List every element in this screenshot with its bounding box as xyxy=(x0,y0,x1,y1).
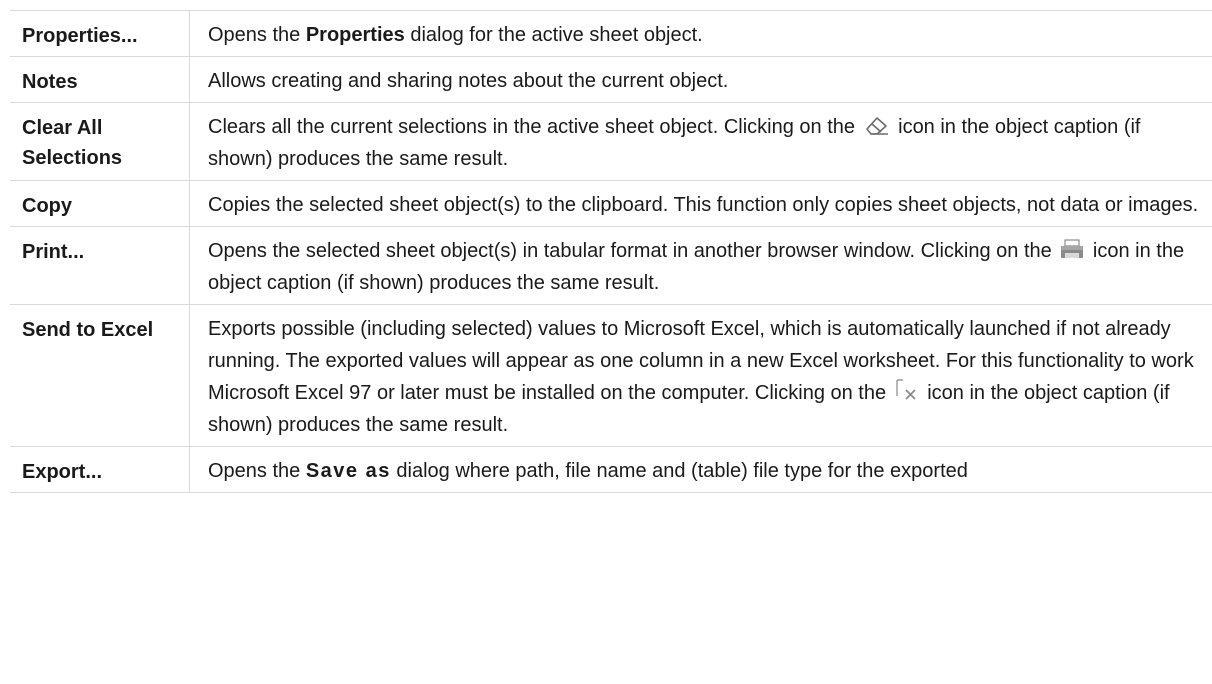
table-row: Properties... Opens the Properties dialo… xyxy=(10,10,1212,57)
table-row: Print... Opens the selected sheet object… xyxy=(10,226,1212,305)
eraser-icon xyxy=(864,115,890,135)
command-description: Copies the selected sheet object(s) to t… xyxy=(189,180,1212,227)
table-row: Export... Opens the Save as dialog where… xyxy=(10,446,1212,493)
excel-export-icon xyxy=(895,379,919,401)
command-name: Notes xyxy=(10,56,190,103)
command-name: Send to Excel xyxy=(10,304,190,447)
command-description: Exports possible (including selected) va… xyxy=(189,304,1212,447)
description-text: Clears all the current selections in the… xyxy=(208,116,861,138)
description-text: Opens the xyxy=(208,24,306,46)
command-name: Clear All Selections xyxy=(10,102,190,181)
dialog-name: Save as xyxy=(305,460,391,482)
command-table-container: Properties... Opens the Properties dialo… xyxy=(10,10,1212,493)
command-description: Allows creating and sharing notes about … xyxy=(189,56,1212,103)
command-name: Properties... xyxy=(10,10,190,57)
table-row: Send to Excel Exports possible (includin… xyxy=(10,304,1212,447)
command-name: Copy xyxy=(10,180,190,227)
command-name: Export... xyxy=(10,446,190,493)
description-text: dialog where path, file name and (table)… xyxy=(390,460,968,482)
command-description: Opens the Properties dialog for the acti… xyxy=(189,10,1212,57)
table-row: Clear All Selections Clears all the curr… xyxy=(10,102,1212,181)
command-table: Properties... Opens the Properties dialo… xyxy=(10,10,1212,493)
table-row: Notes Allows creating and sharing notes … xyxy=(10,56,1212,103)
command-name: Print... xyxy=(10,226,190,305)
printer-icon xyxy=(1060,239,1084,259)
description-text: dialog for the active sheet object. xyxy=(404,24,703,46)
description-text: Opens the xyxy=(208,460,306,482)
table-row: Copy Copies the selected sheet object(s)… xyxy=(10,180,1212,227)
command-description: Opens the selected sheet object(s) in ta… xyxy=(189,226,1212,305)
description-text: Opens the selected sheet object(s) in ta… xyxy=(208,240,1058,262)
command-description: Clears all the current selections in the… xyxy=(189,102,1212,181)
command-description: Opens the Save as dialog where path, fil… xyxy=(189,446,1212,493)
dialog-name: Properties xyxy=(305,24,405,46)
